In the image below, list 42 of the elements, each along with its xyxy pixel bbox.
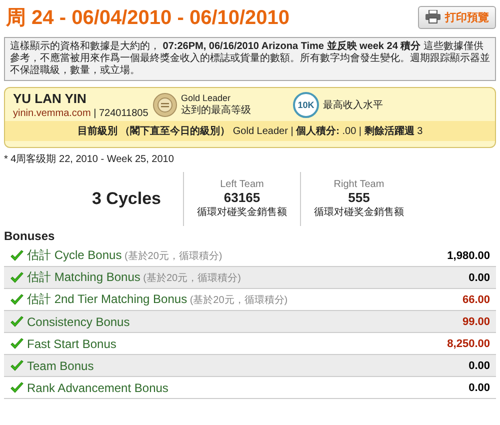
bonus-amount: 0.00	[468, 272, 490, 284]
bonus-amount: 0.00	[468, 382, 490, 394]
bonus-amount: 8,250.00	[447, 338, 490, 350]
member-site-link[interactable]: yinin.vemma.com	[13, 108, 91, 119]
week-title: 周 24 - 06/04/2010 - 06/10/2010	[4, 6, 290, 30]
bonus-name: 估計 Matching Bonus (基於20元，循環積分)	[27, 269, 242, 286]
bonus-amount: 0.00	[468, 360, 490, 372]
disclaimer-notice: 這樣顯示的資格和數據是大約的， 07:26PM, 06/16/2010 Arizona Time 並反映 week 24 積分 這些數據僅供參考，不應當被用來作爲一個最終獎金收入的標誌或貨量的數額。所有數字均會發生變化。週期跟踪顯示器並不保證職級，數量，或立場。	[4, 37, 496, 81]
status-bar: 目前級別 （閣下直至今日的級別） Gold Leader | 個人積分: .00 | 剩餘活躍週 3	[5, 121, 495, 141]
medal-icon	[153, 93, 177, 117]
bonus-name: Rank Advancement Bonus	[27, 380, 170, 394]
bonuses-heading: Bonuses	[4, 229, 56, 243]
bonus-name: Consistency Bonus	[27, 314, 131, 328]
bonus-amount: 99.00	[462, 316, 490, 328]
team-volume: 555	[347, 190, 371, 205]
bonus-name: Fast Start Bonus	[27, 336, 118, 350]
check-icon	[10, 316, 24, 328]
cycles-total: 3 Cycles	[4, 172, 184, 226]
member-id: | 724011805	[94, 108, 148, 119]
check-icon	[10, 294, 24, 306]
badge-caption: 达到的最高等级	[181, 104, 251, 117]
team-label: Right Team	[332, 179, 386, 190]
bonus-amount: 1,980.00	[447, 250, 490, 262]
team-volume: 63165	[222, 190, 262, 205]
check-icon	[10, 338, 24, 350]
team-caption: 循環对碰奖金銷售额	[196, 206, 288, 219]
badge-caption: 最高收入水平	[323, 98, 383, 112]
check-icon	[10, 360, 24, 372]
check-icon	[10, 272, 24, 284]
bonus-name: 估計 2nd Tier Matching Bonus (基於20元，循環積分)	[27, 291, 289, 308]
printer-icon	[425, 10, 441, 24]
member-name: YU LAN YIN	[13, 91, 88, 106]
check-icon	[10, 382, 24, 394]
bonus-name: 估計 Cycle Bonus (基於20元，循環積分)	[27, 247, 224, 264]
team-caption: 循環对碰奖金銷售额	[313, 206, 405, 219]
team-label: Left Team	[219, 179, 265, 190]
bonus-amount: 66.00	[462, 294, 490, 306]
check-icon	[10, 250, 24, 262]
badge-title: Gold Leader	[181, 93, 232, 103]
bonus-name: Team Bonus	[27, 358, 95, 372]
period-note: * 4周客级期 22, 2010 - Week 25, 2010	[4, 152, 175, 166]
income-level-badge: 10K	[293, 92, 319, 118]
